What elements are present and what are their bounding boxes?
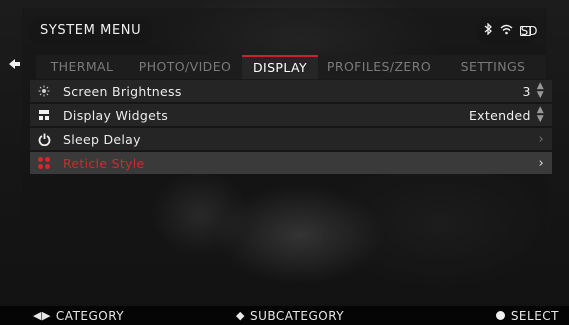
chevron-right-icon: › [538, 155, 544, 171]
widgets-icon [35, 109, 53, 121]
menu-item-label: Screen Brightness [63, 83, 182, 99]
hint-subcategory: ◆ SUBCATEGORY [236, 308, 345, 323]
select-button-icon [495, 311, 505, 320]
stepper-icon[interactable]: ▲ ▼ [537, 82, 544, 100]
menu-item-sleep-delay[interactable]: Sleep Delay › [30, 128, 552, 150]
tab-photo-video[interactable]: PHOTO/VIDEO [128, 55, 242, 79]
menu-item-value: 3 [522, 83, 531, 99]
menu-item-label: Sleep Delay [63, 131, 141, 147]
menu-item-display-widgets[interactable]: Display Widgets Extended ▲ ▼ [30, 104, 552, 126]
footer-hints: ◀▶ CATEGORY ◆ SUBCATEGORY SELECT [0, 306, 569, 325]
menu-list: Screen Brightness 3 ▲ ▼ Display Widgets E… [30, 80, 552, 176]
menu-item-value: Extended [468, 107, 531, 123]
menu-item-screen-brightness[interactable]: Screen Brightness 3 ▲ ▼ [30, 80, 552, 102]
wifi-icon [500, 24, 513, 38]
menu-title-label: SYSTEM MENU [40, 23, 142, 38]
menu-item-reticle-style[interactable]: Reticle Style › [30, 152, 552, 174]
bluetooth-icon [483, 22, 493, 38]
up-down-arrows-icon: ◆ [236, 309, 245, 322]
hint-category: ◀▶ CATEGORY [33, 308, 125, 323]
status-bar: SD [476, 17, 538, 44]
back-arrow-icon[interactable] [8, 58, 21, 74]
hint-select: SELECT [495, 309, 559, 323]
category-tabs: THERMAL PHOTO/VIDEO DISPLAY PROFILES/ZER… [36, 55, 546, 79]
menu-item-label: Reticle Style [63, 155, 145, 171]
tab-thermal[interactable]: THERMAL [36, 55, 128, 79]
tab-settings[interactable]: SETTINGS [440, 55, 546, 79]
chevron-right-icon: › [538, 131, 544, 147]
left-right-arrows-icon: ◀▶ [33, 309, 51, 322]
tab-profiles-zero[interactable]: PROFILES/ZERO [318, 55, 440, 79]
brightness-icon [35, 85, 53, 97]
power-icon [35, 133, 53, 146]
menu-title: SYSTEM MENU [28, 17, 154, 44]
stepper-icon[interactable]: ▲ ▼ [537, 106, 544, 124]
tab-display[interactable]: DISPLAY [242, 55, 318, 79]
reticle-dots-icon [35, 157, 53, 169]
sd-card-icon: SD [519, 23, 538, 38]
menu-item-label: Display Widgets [63, 107, 169, 123]
